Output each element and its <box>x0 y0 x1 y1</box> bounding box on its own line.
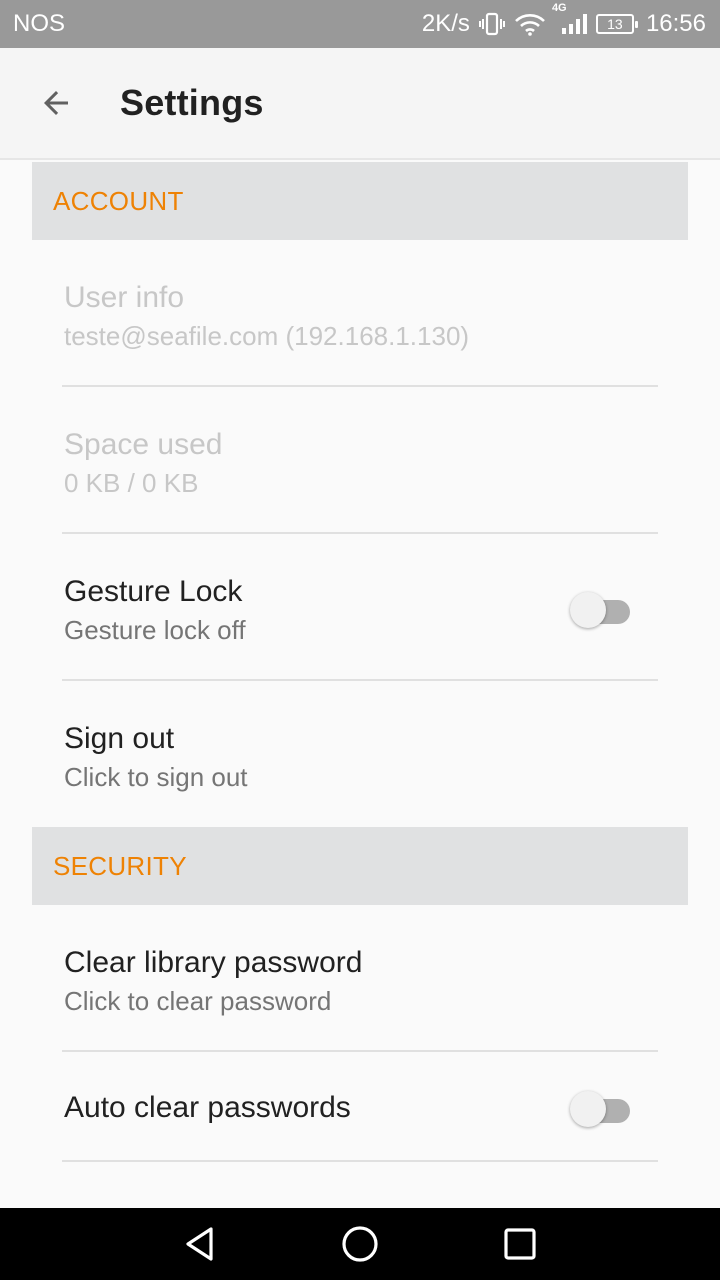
setting-user-info-title: User info <box>64 281 185 314</box>
setting-gesture-lock[interactable]: Gesture Lock Gesture lock off <box>32 534 688 681</box>
arrow-back-icon[interactable] <box>32 79 80 127</box>
battery-icon: 13 <box>595 14 638 34</box>
carrier-label: NOS <box>13 10 66 37</box>
clock: 16:56 <box>645 10 706 37</box>
vibrate-icon <box>478 12 506 36</box>
system-nav-bar <box>0 1208 720 1280</box>
section-header-security: SECURITY <box>32 827 688 905</box>
status-icons: 2K/s 4G 13 16:56 <box>421 2 706 38</box>
wifi-icon <box>514 12 546 36</box>
setting-clear-library-password-summary: Click to clear password <box>64 986 332 1016</box>
divider <box>62 1160 658 1162</box>
app-toolbar: Settings <box>0 48 720 160</box>
page-title: Settings <box>120 82 264 123</box>
setting-space-used: Space used 0 KB / 0 KB <box>32 387 688 534</box>
settings-list: ACCOUNT User info teste@seafile.com (192… <box>32 162 688 1162</box>
setting-clear-library-password-title: Clear library password <box>64 946 363 979</box>
setting-sign-out-summary: Click to sign out <box>64 762 248 792</box>
home-circle-icon[interactable] <box>328 1212 392 1276</box>
network-type-label: 4G <box>551 2 567 14</box>
switch-thumb <box>570 1091 606 1127</box>
section-header-security-label: SECURITY <box>53 850 187 881</box>
setting-sign-out-title: Sign out <box>64 722 175 755</box>
signal-icon: 4G <box>552 2 588 36</box>
section-header-account: ACCOUNT <box>32 162 688 240</box>
switch-thumb <box>570 591 606 628</box>
setting-user-info: User info teste@seafile.com (192.168.1.1… <box>32 240 688 387</box>
section-header-account-label: ACCOUNT <box>53 185 184 216</box>
auto-clear-passwords-switch[interactable] <box>570 1087 634 1127</box>
net-speed: 2K/s <box>421 10 470 37</box>
setting-clear-library-password[interactable]: Clear library password Click to clear pa… <box>32 905 688 1052</box>
status-bar: NOS 2K/s 4G 13 16:56 <box>0 0 720 48</box>
setting-space-used-title: Space used <box>64 428 223 461</box>
setting-user-info-summary: teste@seafile.com (192.168.1.130) <box>64 321 470 351</box>
gesture-lock-switch[interactable] <box>570 588 634 628</box>
back-triangle-icon[interactable] <box>168 1212 232 1276</box>
setting-sign-out[interactable]: Sign out Click to sign out <box>32 681 688 827</box>
setting-auto-clear-passwords[interactable]: Auto clear passwords <box>32 1052 688 1162</box>
setting-space-used-summary: 0 KB / 0 KB <box>64 468 199 498</box>
recents-square-icon[interactable] <box>488 1212 552 1276</box>
